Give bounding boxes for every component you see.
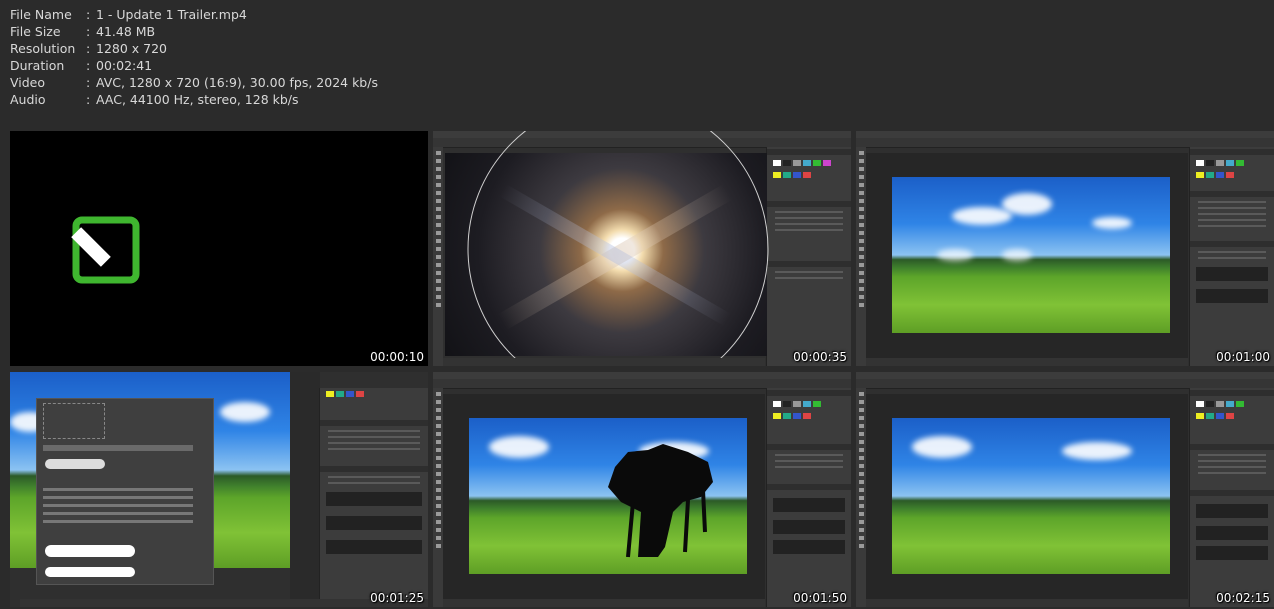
file-name-value: 1 - Update 1 Trailer.mp4	[96, 7, 247, 22]
logo-image	[71, 216, 140, 284]
thumbnail-1[interactable]: 00:00:10	[10, 131, 428, 366]
file-name-row: File Name : 1 - Update 1 Trailer.mp4	[10, 6, 378, 23]
thumbnail-5[interactable]: 00:01:50	[433, 372, 851, 607]
thumbnail-3[interactable]: 00:01:00	[856, 131, 1274, 366]
tools-panel	[856, 388, 866, 607]
separator: :	[86, 92, 91, 107]
tree-silhouette	[608, 444, 713, 558]
photoshop-ui	[856, 372, 1274, 607]
duration-row: Duration : 00:02:41	[10, 57, 378, 74]
landscape-photo	[892, 177, 1170, 333]
status-bar	[866, 358, 1188, 366]
thumbnail-grid: 00:00:10 00:00:35 00:01:00 00:01:25 00:0…	[10, 131, 1274, 609]
thumbnail-6[interactable]: 00:02:15	[856, 372, 1274, 607]
photoshop-ui	[433, 131, 851, 366]
selection-circle	[467, 131, 769, 366]
landscape-photo	[892, 418, 1170, 574]
video-label: Video	[10, 75, 46, 90]
separator: :	[86, 24, 91, 39]
status-bar	[866, 599, 1188, 607]
resolution-label: Resolution	[10, 41, 76, 56]
file-size-row: File Size : 41.48 MB	[10, 23, 378, 40]
side-panel	[319, 388, 428, 607]
brush-preset-panel	[36, 398, 214, 585]
resolution-row: Resolution : 1280 x 720	[10, 40, 378, 57]
tools-panel	[856, 147, 866, 366]
file-size-label: File Size	[10, 24, 61, 39]
photoshop-ui	[856, 131, 1274, 366]
file-name-label: File Name	[10, 7, 72, 22]
side-panel	[1189, 147, 1274, 366]
status-bar	[443, 358, 765, 366]
audio-label: Audio	[10, 92, 46, 107]
resolution-value: 1280 x 720	[96, 41, 168, 56]
file-info: File Name : 1 - Update 1 Trailer.mp4 Fil…	[10, 6, 378, 108]
separator: :	[86, 41, 91, 56]
duration-label: Duration	[10, 58, 65, 73]
timestamp: 00:01:00	[1216, 350, 1270, 364]
video-row: Video : AVC, 1280 x 720 (16:9), 30.00 fp…	[10, 74, 378, 91]
timestamp: 00:00:10	[370, 350, 424, 364]
separator: :	[86, 7, 91, 22]
separator: :	[86, 75, 91, 90]
audio-row: Audio : AAC, 44100 Hz, stereo, 128 kb/s	[10, 91, 378, 108]
photoshop-ui	[433, 372, 851, 607]
status-bar	[20, 599, 428, 607]
separator: :	[86, 58, 91, 73]
duration-value: 00:02:41	[96, 58, 153, 73]
photoshop-ui	[10, 372, 428, 607]
file-size-value: 41.48 MB	[96, 24, 156, 39]
video-value: AVC, 1280 x 720 (16:9), 30.00 fps, 2024 …	[96, 75, 378, 90]
timestamp: 00:02:15	[1216, 591, 1270, 605]
thumbnail-4[interactable]: 00:01:25	[10, 372, 428, 607]
status-bar	[443, 599, 765, 607]
timestamp: 00:01:25	[370, 591, 424, 605]
timestamp: 00:00:35	[793, 350, 847, 364]
thumbnail-2[interactable]: 00:00:35	[433, 131, 851, 366]
side-panel	[1189, 388, 1274, 607]
timestamp: 00:01:50	[793, 591, 847, 605]
audio-value: AAC, 44100 Hz, stereo, 128 kb/s	[96, 92, 299, 107]
